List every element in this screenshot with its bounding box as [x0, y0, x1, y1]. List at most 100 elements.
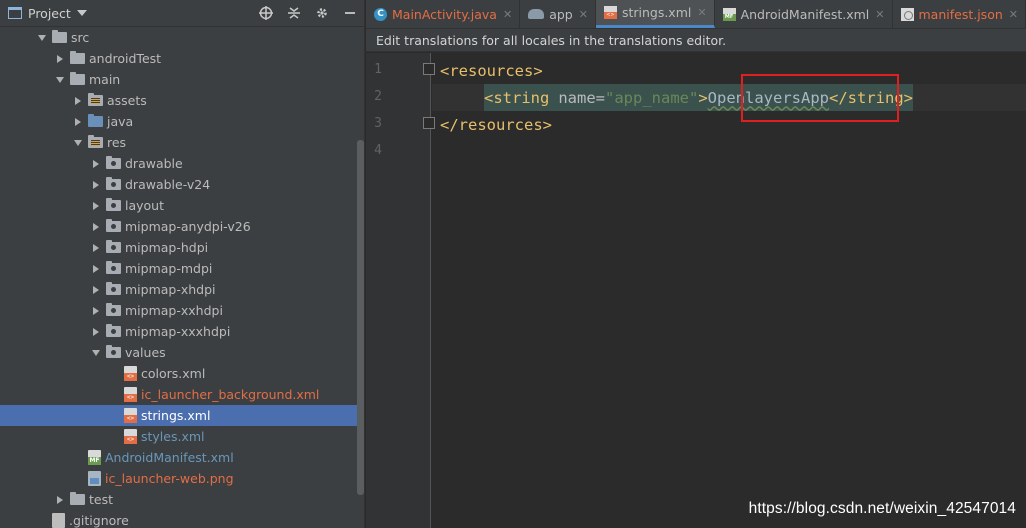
tree-item[interactable]: main — [0, 69, 364, 90]
chevron-right-icon[interactable] — [53, 489, 67, 510]
notice-text: Edit translations for all locales in the… — [376, 32, 727, 48]
chevron-down-icon[interactable] — [89, 342, 103, 363]
chevron-right-icon[interactable] — [89, 195, 103, 216]
close-icon[interactable]: ✕ — [1009, 8, 1018, 21]
gear-icon[interactable] — [314, 5, 330, 21]
collapse-all-icon[interactable] — [286, 5, 302, 21]
tree-item-label: main — [89, 72, 121, 87]
tree-item[interactable]: colors.xml — [0, 363, 364, 384]
code-line: <resources> — [432, 57, 1026, 84]
watermark: https://blog.csdn.net/weixin_42547014 — [748, 500, 1016, 517]
tree-item[interactable]: src — [0, 27, 364, 48]
editor-tab[interactable]: AndroidManifest.xml ✕ — [715, 0, 893, 28]
chevron-right-icon[interactable] — [89, 216, 103, 237]
tree-item-label: java — [107, 114, 134, 129]
translations-editor-notice: Edit translations for all locales in the… — [366, 29, 1026, 52]
chevron-right-icon[interactable] — [89, 237, 103, 258]
close-icon[interactable]: ✕ — [579, 8, 588, 21]
editor-tab-label: manifest.json — [918, 6, 1003, 22]
gradle-elephant-icon — [528, 9, 545, 19]
chevron-right-icon[interactable] — [89, 321, 103, 342]
folder-icon — [52, 30, 67, 43]
editor-tab[interactable]: app ✕ — [520, 0, 596, 28]
project-panel-header: Project — [0, 0, 364, 27]
chevron-right-icon[interactable] — [89, 258, 103, 279]
json-file-icon — [900, 7, 914, 21]
tree-item[interactable]: assets — [0, 90, 364, 111]
chevron-right-icon[interactable] — [89, 174, 103, 195]
tree-item-label: colors.xml — [141, 366, 206, 381]
tree-item-label: values — [125, 345, 166, 360]
tree-item[interactable]: layout — [0, 195, 364, 216]
resource-folder-icon — [88, 135, 103, 148]
tree-item-label: ic_launcher_background.xml — [141, 387, 320, 402]
xml-file-icon — [124, 408, 137, 423]
folder-icon — [70, 492, 85, 505]
tree-item[interactable]: mipmap-xhdpi — [0, 279, 364, 300]
tree-item[interactable]: mipmap-xxhdpi — [0, 300, 364, 321]
tree-item[interactable]: ic_launcher_background.xml — [0, 384, 364, 405]
resource-folder-icon — [88, 93, 103, 106]
tree-item[interactable]: res — [0, 132, 364, 153]
folder-icon — [106, 303, 121, 316]
highlight-annotation-box — [741, 74, 899, 122]
chevron-right-icon[interactable] — [53, 48, 67, 69]
manifest-file-icon — [722, 7, 736, 21]
folder-icon — [106, 177, 121, 190]
close-icon[interactable]: ✕ — [503, 8, 512, 21]
project-tree-scrollbar[interactable] — [357, 140, 364, 495]
minimize-icon[interactable] — [342, 5, 358, 21]
tree-item-label: layout — [125, 198, 165, 213]
tree-item[interactable]: ic_launcher-web.png — [0, 468, 364, 489]
tree-item[interactable]: drawable — [0, 153, 364, 174]
project-panel: Project src androidTest main assets java res d… — [0, 0, 365, 528]
tree-item[interactable]: values — [0, 342, 364, 363]
folder-icon — [106, 345, 121, 358]
tree-item-label: mipmap-hdpi — [125, 240, 209, 255]
chevron-down-icon[interactable] — [71, 132, 85, 153]
folder-icon — [106, 282, 121, 295]
chevron-down-icon[interactable] — [53, 69, 67, 90]
tree-item-label: mipmap-xhdpi — [125, 282, 216, 297]
tree-item-label: mipmap-xxhdpi — [125, 303, 223, 318]
tree-item-label: mipmap-xxxhdpi — [125, 324, 231, 339]
tree-item[interactable]: drawable-v24 — [0, 174, 364, 195]
chevron-right-icon[interactable] — [89, 279, 103, 300]
chevron-right-icon[interactable] — [71, 111, 85, 132]
xml-tag-bracket: > — [698, 88, 708, 107]
tree-item[interactable]: mipmap-hdpi — [0, 237, 364, 258]
tree-item-label: mipmap-anydpi-v26 — [125, 219, 251, 234]
code-editor[interactable]: <resources> <string name= "app_name" > O… — [432, 53, 1026, 528]
tree-item[interactable]: mipmap-anydpi-v26 — [0, 216, 364, 237]
tree-item[interactable]: mipmap-xxxhdpi — [0, 321, 364, 342]
tree-item[interactable]: styles.xml — [0, 426, 364, 447]
xml-attribute-value: "app_name" — [605, 88, 699, 107]
tree-item[interactable]: test — [0, 489, 364, 510]
chevron-down-icon[interactable] — [35, 27, 49, 48]
tree-item[interactable]: strings.xml — [0, 405, 364, 426]
editor-tab[interactable]: C MainActivity.java ✕ — [366, 0, 521, 28]
chevron-right-icon[interactable] — [71, 90, 85, 111]
tree-item-label: styles.xml — [141, 429, 205, 444]
chevron-right-icon[interactable] — [89, 153, 103, 174]
close-icon[interactable]: ✕ — [697, 6, 706, 19]
chevron-down-icon[interactable] — [76, 10, 87, 16]
tree-item[interactable]: mipmap-mdpi — [0, 258, 364, 279]
line-number: 2 — [374, 89, 382, 104]
manifest-file-icon — [88, 450, 101, 465]
tree-item[interactable]: .gitignore — [0, 510, 364, 528]
editor-tab[interactable]: manifest.json ✕ — [893, 0, 1026, 28]
tree-item-label: assets — [107, 93, 147, 108]
close-icon[interactable]: ✕ — [875, 8, 884, 21]
tree-item-label: androidTest — [89, 51, 162, 66]
project-window-icon — [8, 7, 22, 19]
tree-item[interactable]: AndroidManifest.xml — [0, 447, 364, 468]
tree-item[interactable]: java — [0, 111, 364, 132]
code-line: <string name= "app_name" > OpenlayersApp… — [432, 84, 1026, 111]
chevron-right-icon[interactable] — [89, 300, 103, 321]
tree-item[interactable]: androidTest — [0, 48, 364, 69]
editor-gutter: 1 2 3 4 — [366, 53, 457, 528]
editor-tab[interactable]: strings.xml ✕ — [595, 0, 715, 28]
scroll-from-source-icon[interactable] — [258, 5, 274, 21]
project-view-selector[interactable]: Project — [28, 6, 71, 21]
